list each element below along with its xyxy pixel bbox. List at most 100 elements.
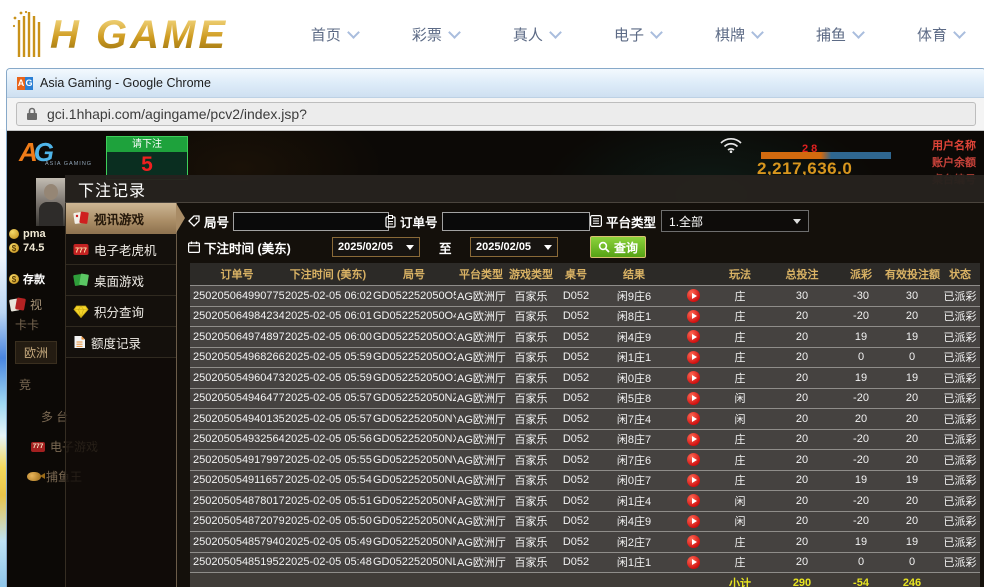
modal-title: 下注记录 bbox=[65, 175, 984, 203]
cell-playtype: 闲 bbox=[714, 388, 766, 409]
cell-table: D052 bbox=[556, 409, 596, 430]
replay-button[interactable] bbox=[687, 371, 700, 384]
cell-round: GD052252050O1 bbox=[372, 368, 456, 389]
cell-bet: 30 bbox=[766, 286, 838, 307]
cell-playtype: 闲 bbox=[714, 511, 766, 532]
table-limit-bar bbox=[761, 152, 891, 159]
date-to[interactable]: 2025/02/05 bbox=[470, 236, 558, 258]
user-icon bbox=[9, 229, 19, 239]
replay-button[interactable] bbox=[687, 412, 700, 425]
round-input[interactable] bbox=[233, 212, 389, 231]
nav-sports[interactable]: 体育 bbox=[917, 24, 964, 45]
game-page: AG ASIA GAMING 请下注 5 pma $74.5 $存款 视 卡卡 … bbox=[7, 131, 984, 587]
cell-order: 250205054960473 bbox=[190, 368, 284, 389]
bg-menu-europe[interactable]: 欧洲 bbox=[15, 341, 57, 364]
nav-lottery[interactable]: 彩票 bbox=[412, 24, 459, 45]
deposit-button[interactable]: $存款 bbox=[9, 271, 45, 287]
cell-empty bbox=[372, 573, 456, 587]
cell-empty bbox=[556, 573, 596, 587]
cell-time: 2025-02-05 05:57:52 bbox=[284, 388, 372, 409]
bg-menu-kaka[interactable]: 卡卡 bbox=[15, 316, 39, 333]
cell-status: 已派彩 bbox=[940, 286, 980, 307]
menu-video-games[interactable]: 视讯游戏 bbox=[66, 203, 176, 234]
cell-result: 闲8庄1 bbox=[596, 306, 672, 327]
replay-button[interactable] bbox=[687, 330, 700, 343]
order-input[interactable] bbox=[442, 212, 590, 231]
cell-status: 已派彩 bbox=[940, 327, 980, 348]
cell-game: 百家乐 bbox=[506, 532, 556, 553]
cell-game: 百家乐 bbox=[506, 511, 556, 532]
menu-slot-machine[interactable]: 777 电子老虎机 bbox=[66, 234, 176, 265]
replay-button[interactable] bbox=[687, 453, 700, 466]
cell-platform: AG欧洲厅 bbox=[456, 491, 506, 512]
cell-playtype: 庄 bbox=[714, 552, 766, 573]
col-bet: 总投注 bbox=[766, 263, 838, 286]
cell-payout: -54 bbox=[838, 573, 884, 587]
menu-points-query[interactable]: 积分查询 bbox=[66, 296, 176, 327]
cell-time: 2025-02-05 05:55:01 bbox=[284, 450, 372, 471]
cell-status: 已派彩 bbox=[940, 450, 980, 471]
chevron-down-icon bbox=[347, 26, 360, 39]
cell-round: GD052252050NO bbox=[372, 511, 456, 532]
logo-text: H GAME bbox=[50, 13, 228, 57]
replay-button[interactable] bbox=[687, 535, 700, 548]
nav-live[interactable]: 真人 bbox=[513, 24, 560, 45]
cell-time: 2025-02-05 05:59:10 bbox=[284, 368, 372, 389]
cell-payout: -20 bbox=[838, 306, 884, 327]
cell-result: 闲0庄7 bbox=[596, 470, 672, 491]
cell-valid: 20 bbox=[884, 511, 940, 532]
replay-button[interactable] bbox=[687, 556, 700, 569]
search-button[interactable]: 查询 bbox=[590, 236, 646, 258]
replay-button[interactable] bbox=[687, 351, 700, 364]
replay-button[interactable] bbox=[687, 433, 700, 446]
omnibox[interactable]: gci.1hhapi.com/agingame/pcv2/index.jsp? bbox=[16, 102, 976, 126]
cell-order: 250205054878017 bbox=[190, 491, 284, 512]
nav-home[interactable]: 首页 bbox=[311, 24, 358, 45]
cell-result: 闲7庄4 bbox=[596, 409, 672, 430]
site-logo: H GAME bbox=[12, 11, 228, 57]
menu-table-games[interactable]: 桌面游戏 bbox=[66, 265, 176, 296]
cell-table: D052 bbox=[556, 450, 596, 471]
cell-payout: -20 bbox=[838, 450, 884, 471]
cell-order: 250205054917997 bbox=[190, 450, 284, 471]
coin-icon: $ bbox=[9, 274, 19, 284]
window-titlebar[interactable]: AG Asia Gaming - Google Chrome bbox=[7, 69, 984, 98]
replay-button[interactable] bbox=[687, 392, 700, 405]
menu-quota-records[interactable]: 额度记录 bbox=[66, 327, 176, 358]
nav-chess[interactable]: 棋牌 bbox=[715, 24, 762, 45]
replay-button[interactable] bbox=[687, 474, 700, 487]
replay-button[interactable] bbox=[687, 515, 700, 528]
clipboard-icon bbox=[385, 215, 396, 228]
cell-playtype: 庄 bbox=[714, 429, 766, 450]
replay-button[interactable] bbox=[687, 289, 700, 302]
cell-valid: 0 bbox=[884, 347, 940, 368]
cell-result: 闲8庄7 bbox=[596, 429, 672, 450]
cell-order: 250205064974897 bbox=[190, 327, 284, 348]
modal-content: 局号 订单号 bbox=[177, 203, 984, 587]
nav-fishing[interactable]: 捕鱼 bbox=[816, 24, 863, 45]
bg-menu-video[interactable]: 视 bbox=[10, 296, 42, 313]
table-row: 2502050549116572025-02-05 05:54:25GD0522… bbox=[190, 470, 980, 491]
tag-icon bbox=[188, 215, 200, 227]
cell-playtype: 闲 bbox=[714, 491, 766, 512]
cell-bet: 20 bbox=[766, 491, 838, 512]
bg-menu-jing[interactable]: 竞 bbox=[19, 376, 31, 393]
cell-result: 闲4庄9 bbox=[596, 327, 672, 348]
cell-round: GD052252050NZ bbox=[372, 388, 456, 409]
replay-button[interactable] bbox=[687, 494, 700, 507]
nav-slots[interactable]: 电子 bbox=[614, 24, 661, 45]
filter-round: 局号 bbox=[188, 210, 389, 232]
replay-button[interactable] bbox=[687, 310, 700, 323]
cell-round: GD052252050O2 bbox=[372, 347, 456, 368]
date-from[interactable]: 2025/02/05 bbox=[332, 236, 420, 258]
table-row: 2502050549325642025-02-05 05:56:34GD0522… bbox=[190, 429, 980, 450]
platform-select[interactable]: 1.全部 bbox=[661, 210, 809, 232]
cell-order: 250205054857940 bbox=[190, 532, 284, 553]
cell-replay bbox=[672, 532, 714, 553]
cell-result: 闲1庄4 bbox=[596, 491, 672, 512]
col-game: 游戏类型 bbox=[506, 263, 556, 286]
cell-replay bbox=[672, 511, 714, 532]
cell-game: 百家乐 bbox=[506, 368, 556, 389]
document-icon bbox=[73, 335, 86, 349]
slot-machine-icon: 777 bbox=[73, 243, 89, 256]
